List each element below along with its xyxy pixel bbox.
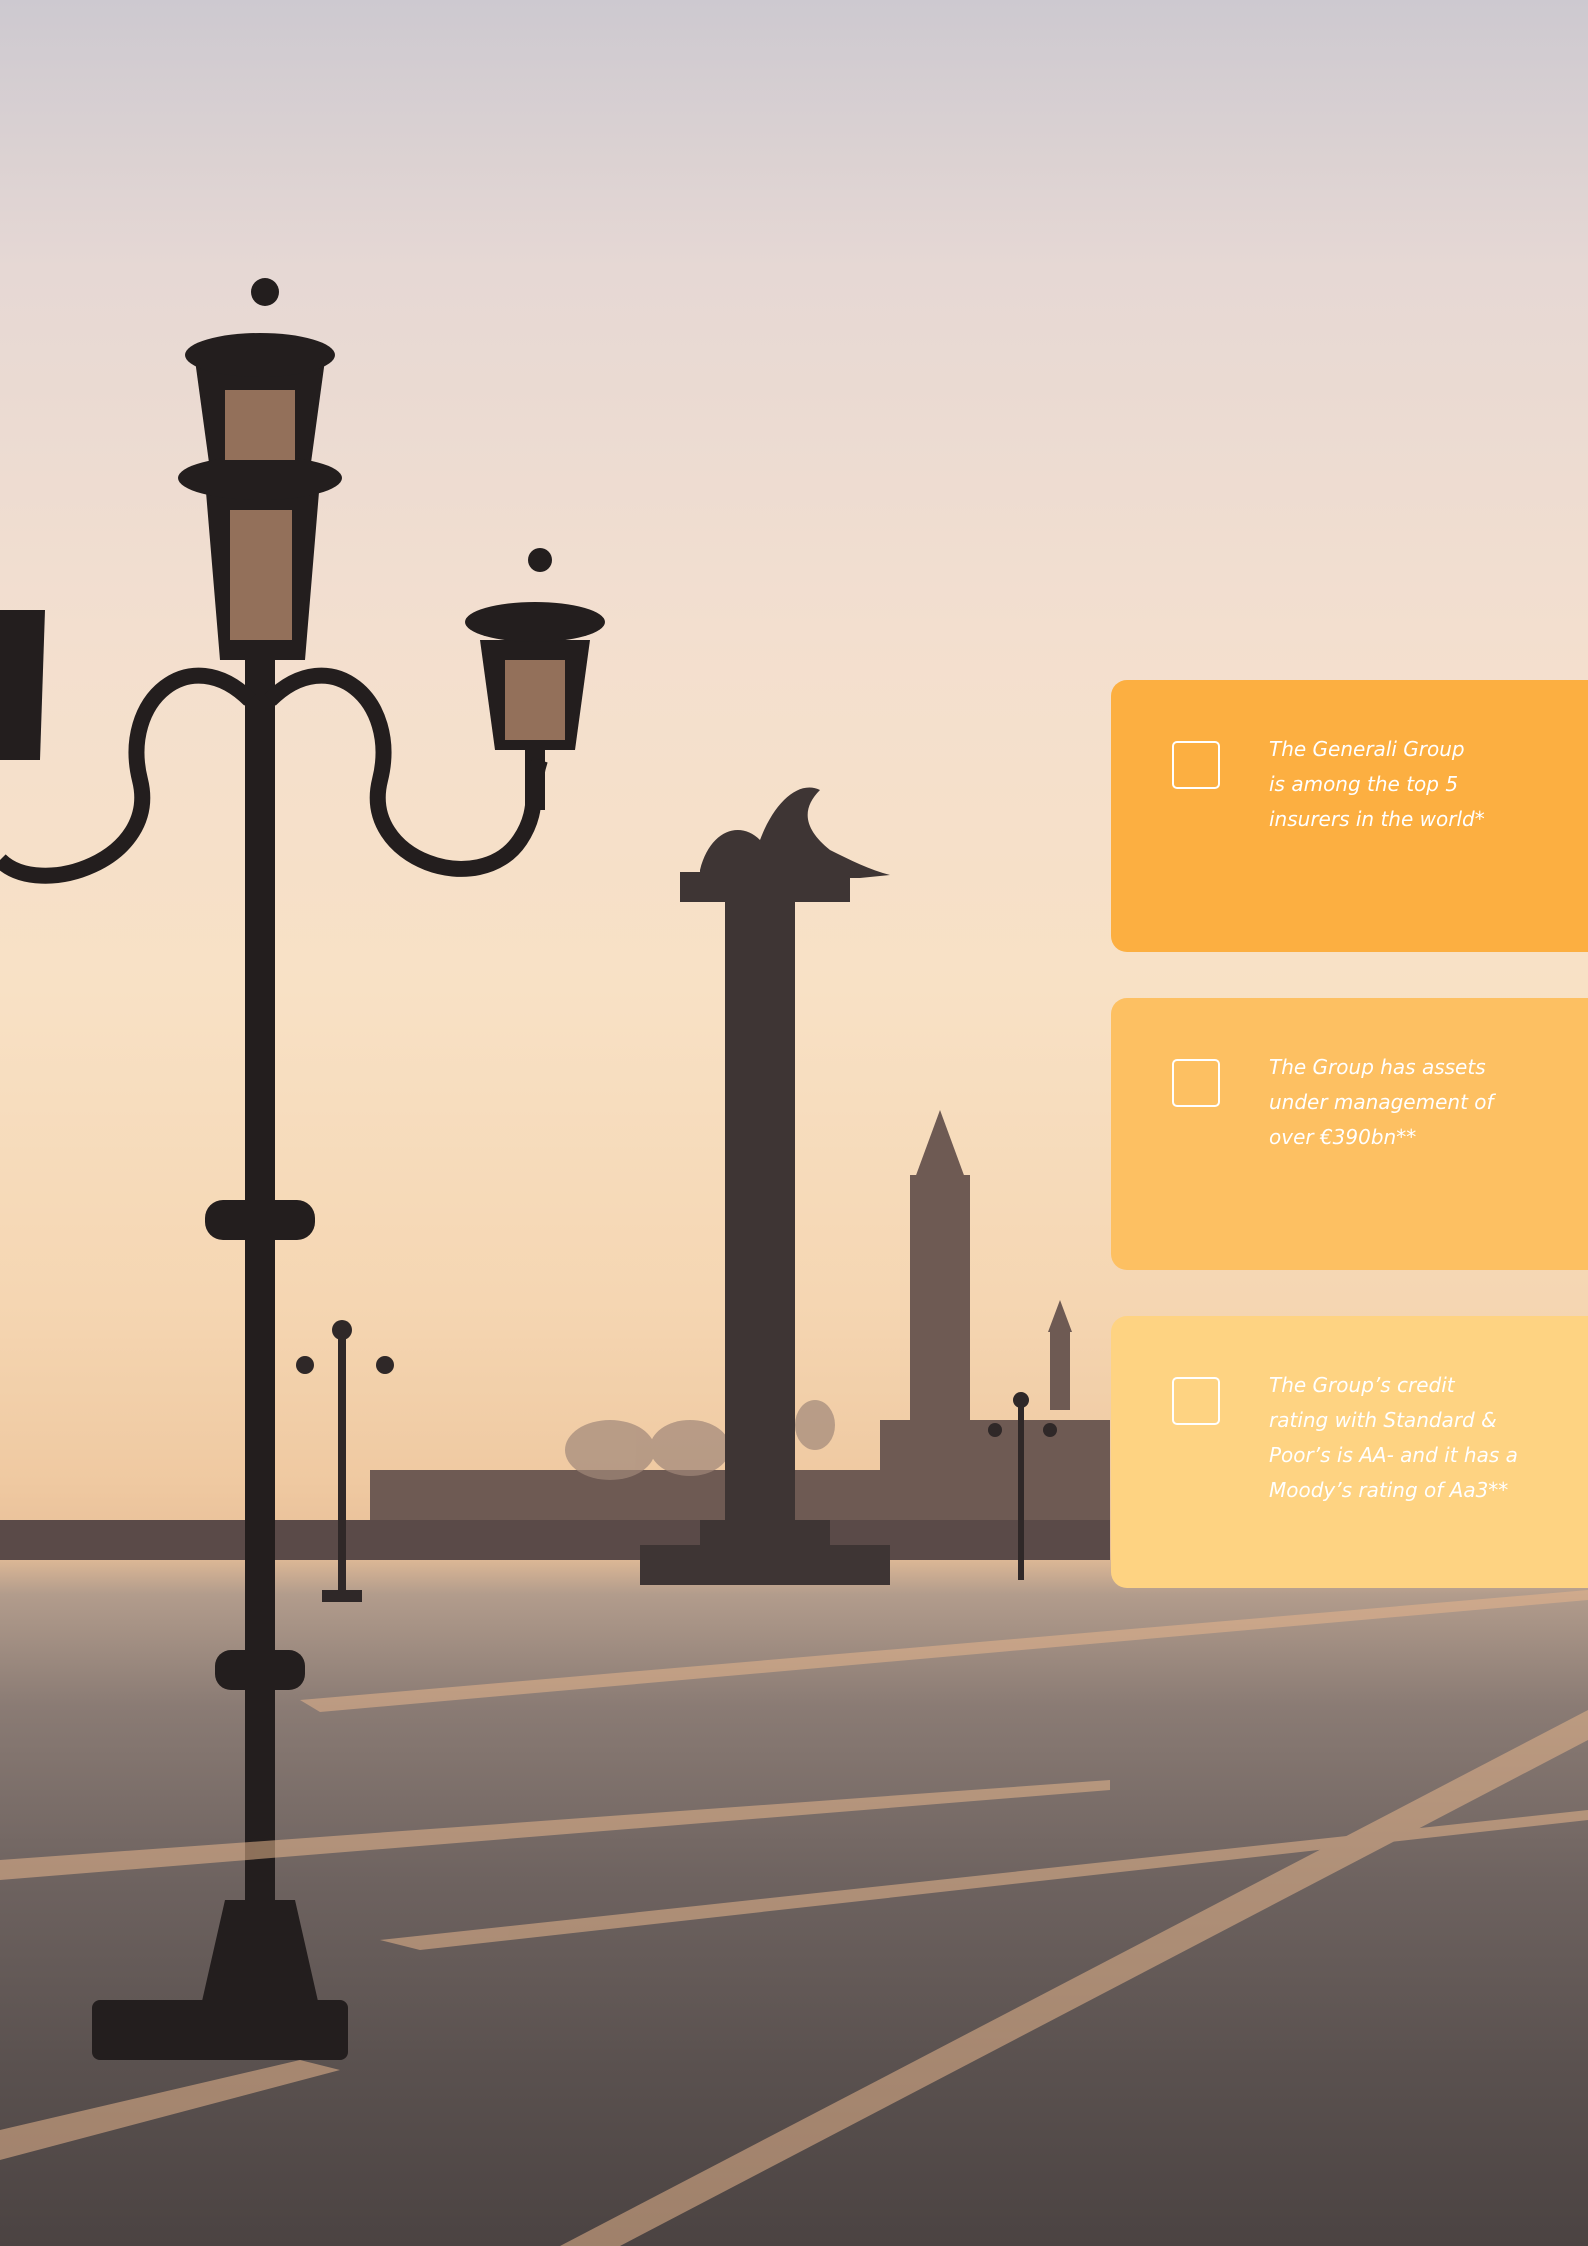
fact-line: The Group’s credit (1269, 1373, 1455, 1397)
fact-line: Moody’s rating of Aa3** (1269, 1478, 1509, 1502)
fact-card-top-insurers: The Generali Group is among the top 5 in… (1111, 680, 1588, 952)
fact-line: Poor’s is AA- and it has a (1269, 1443, 1518, 1467)
lamp-post (0, 278, 605, 2060)
waterfront (0, 1520, 1110, 1560)
fact-line: over €390bn** (1269, 1125, 1417, 1149)
checkbox-icon[interactable] (1172, 741, 1220, 789)
fact-line: The Generali Group (1269, 737, 1465, 761)
fact-text: The Group has assets under management of… (1269, 1050, 1529, 1155)
fact-line: The Group has assets (1269, 1055, 1486, 1079)
fact-card-assets: The Group has assets under management of… (1111, 998, 1588, 1270)
checkbox-icon[interactable] (1172, 1059, 1220, 1107)
fact-text: The Generali Group is among the top 5 in… (1269, 732, 1529, 837)
fact-text: The Group’s credit rating with Standard … (1269, 1368, 1529, 1508)
fact-line: rating with Standard & (1269, 1408, 1497, 1432)
fact-line: insurers in the world* (1269, 807, 1485, 831)
fact-card-credit-rating: The Group’s credit rating with Standard … (1111, 1316, 1588, 1588)
fact-line: under management of (1269, 1090, 1494, 1114)
checkbox-icon[interactable] (1172, 1377, 1220, 1425)
fact-line: is among the top 5 (1269, 772, 1459, 796)
